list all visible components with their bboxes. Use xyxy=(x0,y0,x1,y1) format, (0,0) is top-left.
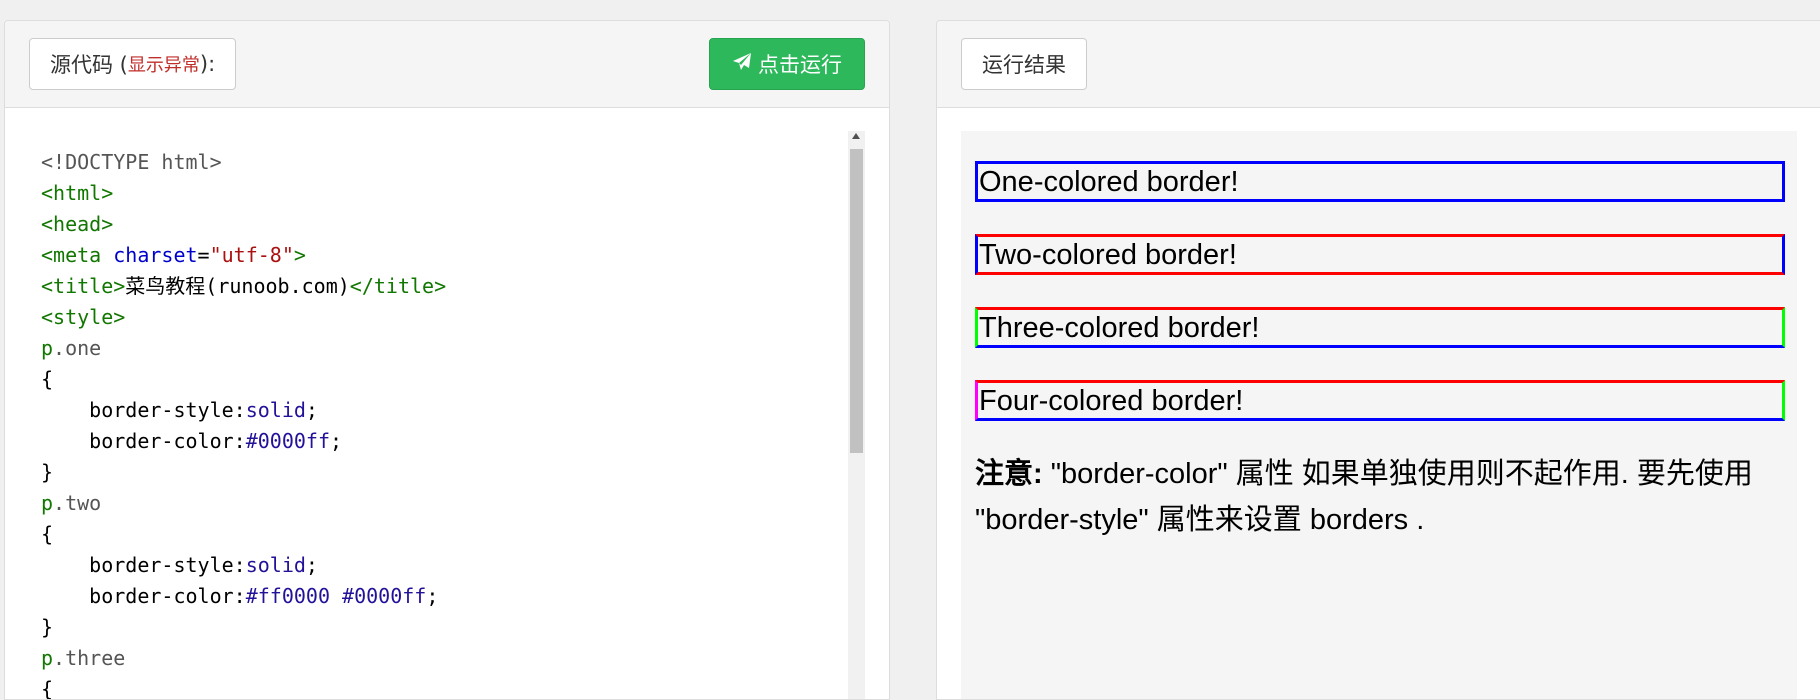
result-panel-header: 运行结果 xyxy=(937,21,1820,108)
code-token: charset xyxy=(113,243,198,267)
code-token: "utf-8" xyxy=(209,243,294,267)
code-line: { xyxy=(41,674,869,700)
code-token: <meta xyxy=(41,243,114,267)
code-token: } xyxy=(41,460,54,484)
code-token: <head> xyxy=(41,212,114,236)
code-line: <head> xyxy=(41,209,869,240)
code-line: <meta charset="utf-8"> xyxy=(41,240,869,271)
result-preview: One-colored border! Two-colored border! … xyxy=(961,131,1797,699)
code-line: <html> xyxy=(41,178,869,209)
code-token: <title> xyxy=(41,274,126,298)
note-text: "border-color" 属性 如果单独使用则不起作用. 要先使用 "bor… xyxy=(975,458,1753,536)
code-token: p xyxy=(41,646,54,670)
code-token: <html> xyxy=(41,181,114,205)
one-colored-border-paragraph: One-colored border! xyxy=(975,161,1785,202)
code-line: } xyxy=(41,457,869,488)
paper-plane-icon xyxy=(732,52,752,77)
run-button-label: 点击运行 xyxy=(758,53,842,77)
code-token: border-color: xyxy=(41,429,246,453)
code-line: border-color:#ff0000 #0000ff; xyxy=(41,581,869,612)
source-panel-header: 源代码 (显示异常): 点击运行 xyxy=(5,21,889,108)
code-token: border-style: xyxy=(41,553,246,577)
code-token: border-color: xyxy=(41,584,246,608)
code-line: border-color:#0000ff; xyxy=(41,426,869,457)
display-error-link[interactable]: 显示异常 xyxy=(128,51,200,77)
code-token: p xyxy=(41,491,54,515)
code-token: <style> xyxy=(41,305,126,329)
three-colored-border-paragraph: Three-colored border! xyxy=(975,307,1785,348)
code-token: { xyxy=(41,677,54,700)
code-line: <!DOCTYPE html> xyxy=(41,147,869,178)
code-line: <title>菜鸟教程(runoob.com)</title> xyxy=(41,271,869,302)
code-token: .one xyxy=(53,336,102,360)
four-colored-border-paragraph: Four-colored border! xyxy=(975,380,1785,421)
code-token: 菜鸟教程(runoob.com) xyxy=(125,274,350,298)
note-bold-label: 注意: xyxy=(975,458,1043,490)
code-content[interactable]: <!DOCTYPE html> <html> <head> <meta charset… xyxy=(33,131,869,700)
code-token: </title> xyxy=(349,274,447,298)
code-token: ; xyxy=(426,584,439,608)
code-token: #0000ff xyxy=(245,429,330,453)
code-token: ; xyxy=(305,553,318,577)
scroll-up-arrow-icon[interactable] xyxy=(852,133,860,139)
two-colored-border-paragraph: Two-colored border! xyxy=(975,234,1785,275)
run-button[interactable]: 点击运行 xyxy=(709,38,865,90)
source-code-label: 源代码 (显示异常): xyxy=(29,38,237,90)
source-code-panel: 源代码 (显示异常): 点击运行 <!DOCTYPE html> <html> <h… xyxy=(4,20,890,700)
scrollbar-thumb[interactable] xyxy=(850,149,863,453)
code-token: solid xyxy=(245,398,306,422)
code-token: } xyxy=(41,615,54,639)
code-token: = xyxy=(197,243,210,267)
code-token: > xyxy=(293,243,306,267)
code-token: <!DOCTYPE html> xyxy=(41,150,222,174)
code-token: .two xyxy=(53,491,102,515)
result-panel: 运行结果 One-colored border! Two-colored bor… xyxy=(936,20,1820,700)
code-line: <style> xyxy=(41,302,869,333)
code-line: p.three xyxy=(41,643,869,674)
code-line: p.two xyxy=(41,488,869,519)
code-token: solid xyxy=(245,553,306,577)
source-label-prefix: 源代码 ( xyxy=(50,53,128,77)
result-label: 运行结果 xyxy=(961,38,1087,90)
code-line: p.one xyxy=(41,333,869,364)
code-editor[interactable]: <!DOCTYPE html> <html> <head> <meta charset… xyxy=(33,131,869,700)
code-token: .three xyxy=(53,646,126,670)
code-token: ; xyxy=(330,429,343,453)
source-label-suffix: ): xyxy=(199,52,216,76)
code-token: border-style: xyxy=(41,398,246,422)
code-line: border-style:solid; xyxy=(41,550,869,581)
code-line: } xyxy=(41,612,869,643)
code-token: p xyxy=(41,336,54,360)
code-line: { xyxy=(41,519,869,550)
code-token: ; xyxy=(305,398,318,422)
note-paragraph: 注意: "border-color" 属性 如果单独使用则不起作用. 要先使用 … xyxy=(975,451,1787,543)
result-label-text: 运行结果 xyxy=(982,53,1066,77)
code-scrollbar[interactable] xyxy=(848,131,865,699)
code-token: #ff0000 #0000ff xyxy=(245,584,427,608)
code-line: { xyxy=(41,364,869,395)
code-token: { xyxy=(41,522,54,546)
code-line: border-style:solid; xyxy=(41,395,869,426)
code-token: { xyxy=(41,367,54,391)
